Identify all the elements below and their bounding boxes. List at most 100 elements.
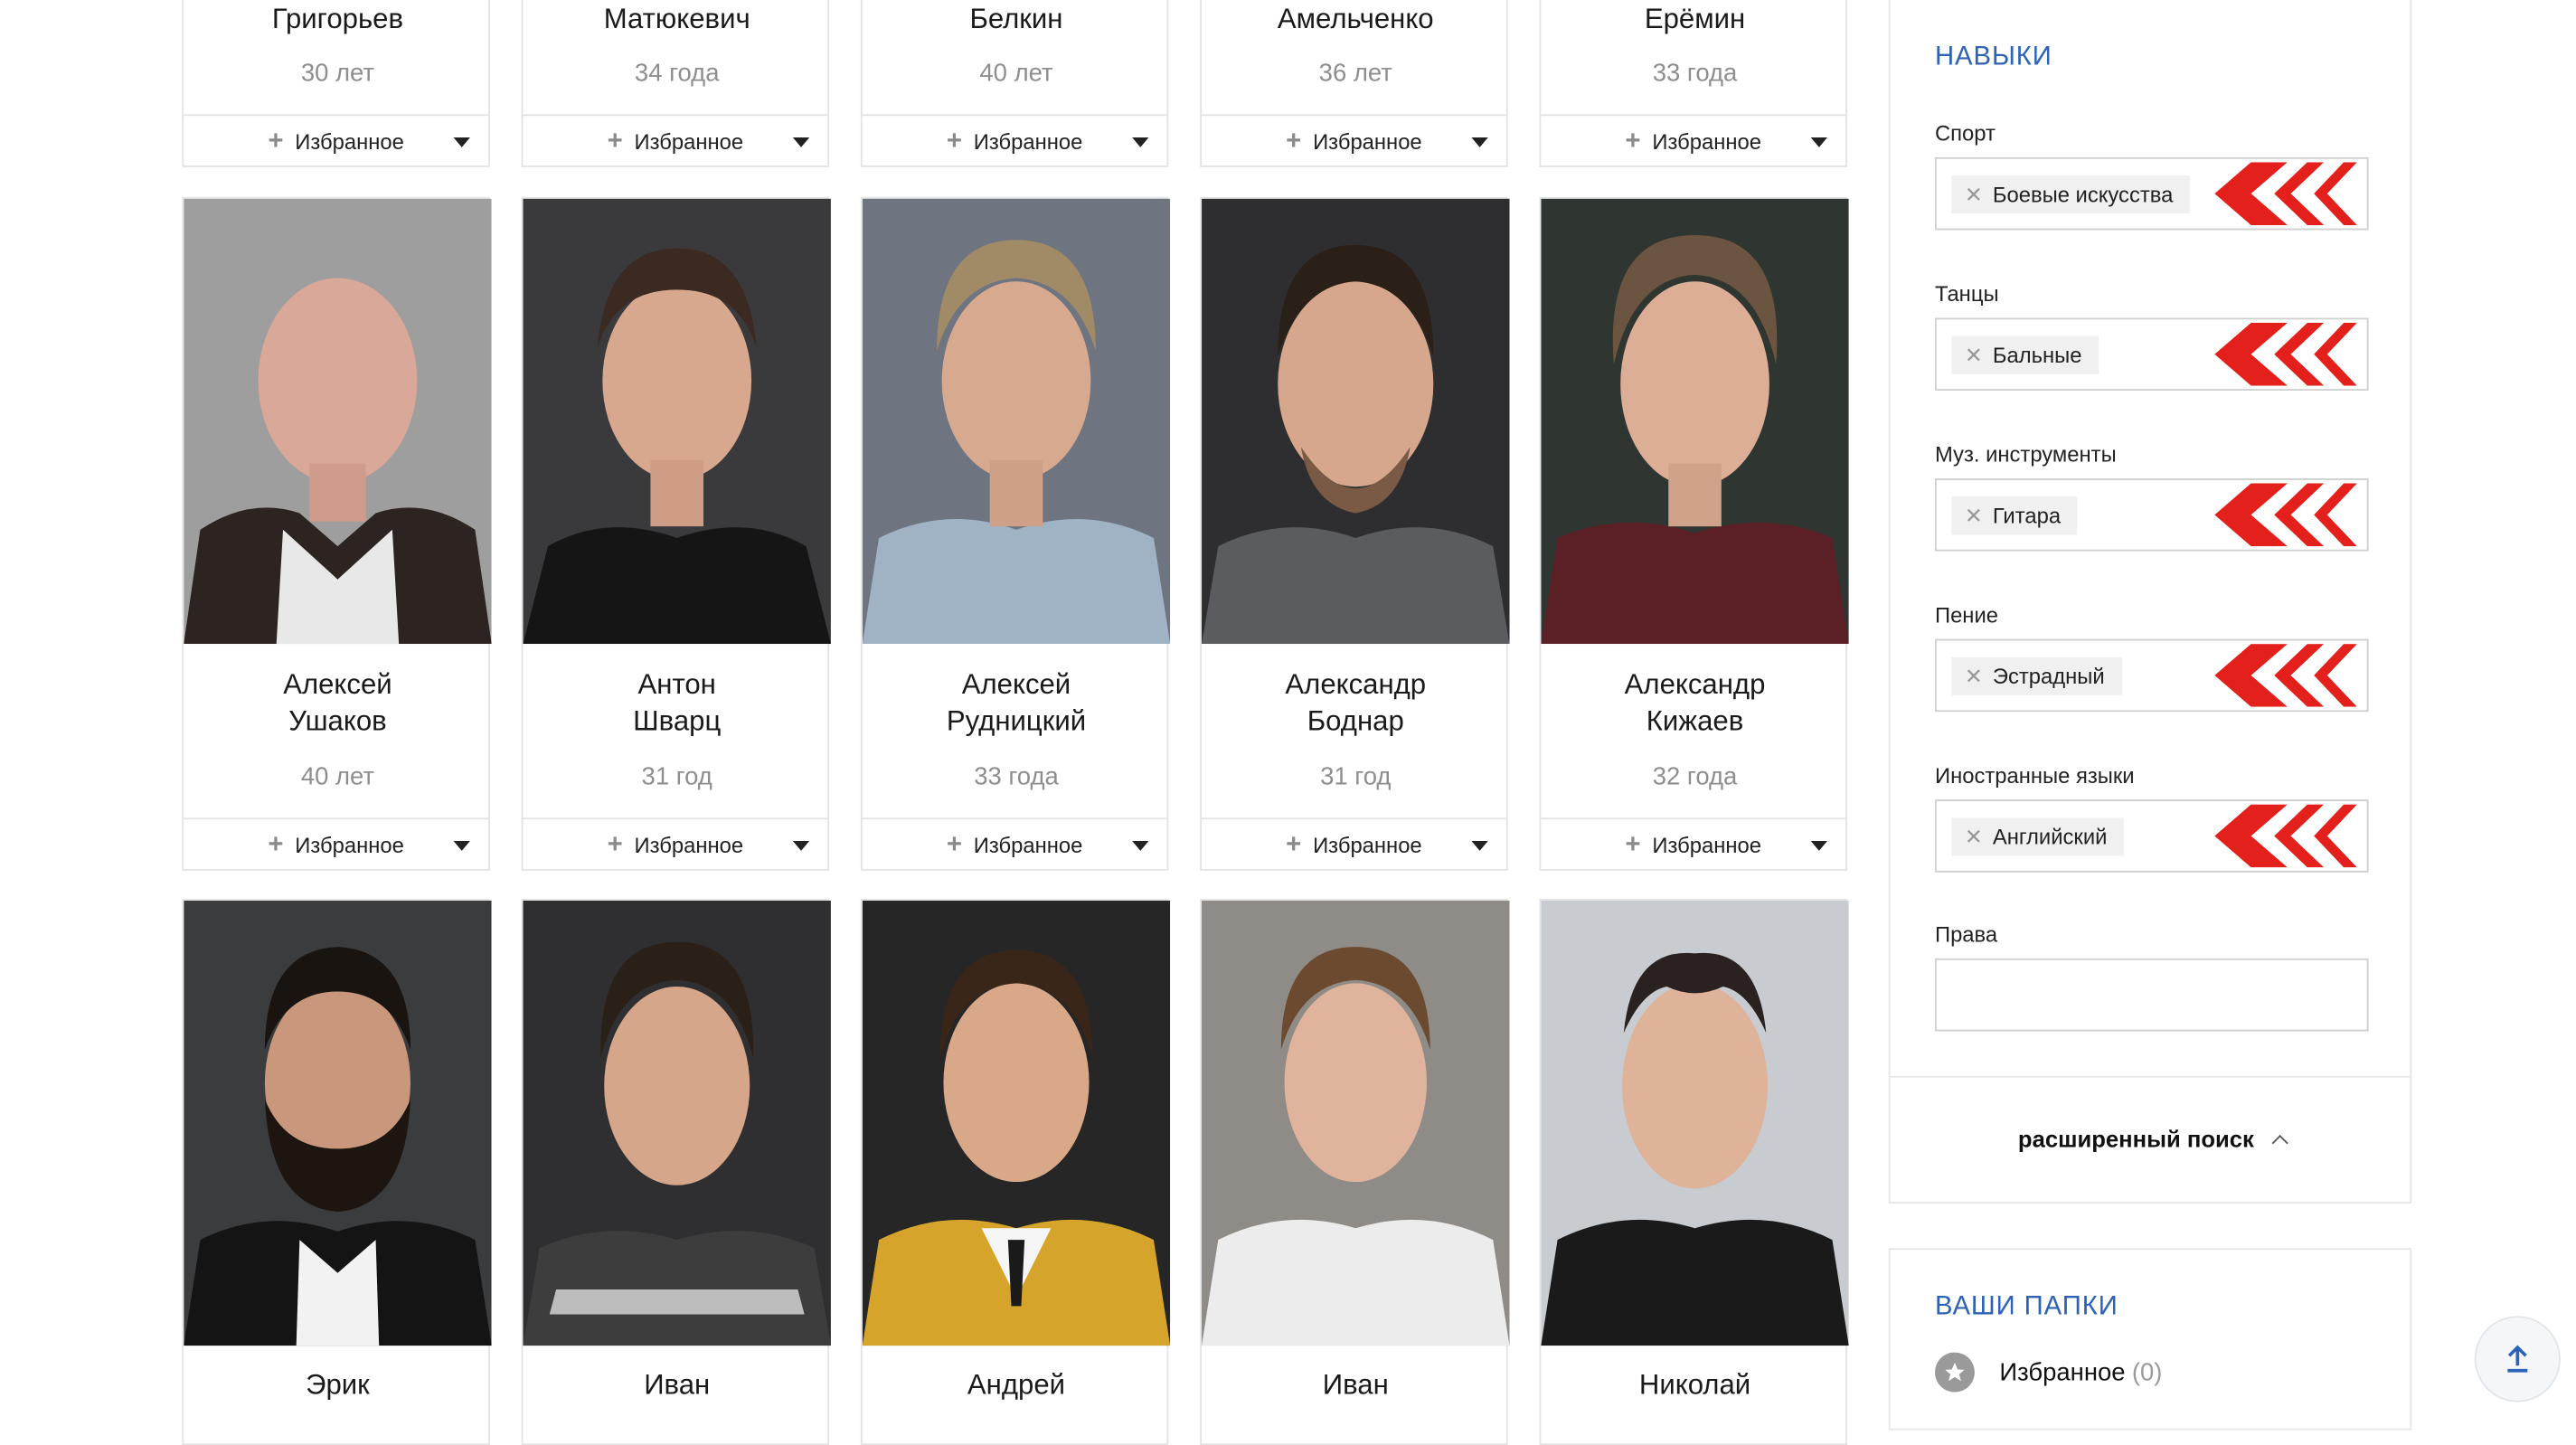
plus-icon: + bbox=[1286, 127, 1302, 156]
remove-icon[interactable]: ✕ bbox=[1965, 503, 1983, 529]
actor-first-name[interactable]: Алексей bbox=[184, 667, 491, 704]
actor-surname[interactable]: Ушаков bbox=[184, 704, 491, 740]
actor-card[interactable]: Матюкевич 34 года + Избранное bbox=[521, 0, 830, 167]
actor-photo[interactable] bbox=[1202, 198, 1510, 645]
favorite-button[interactable]: + Избранное bbox=[1541, 114, 1846, 167]
caret-down-icon[interactable] bbox=[792, 840, 810, 851]
favorite-button[interactable]: + Избранное bbox=[1202, 114, 1506, 167]
actor-first-name[interactable]: Николай bbox=[1541, 1367, 1848, 1403]
caret-down-icon[interactable] bbox=[792, 137, 810, 147]
actor-first-name[interactable]: Алексей bbox=[863, 667, 1170, 704]
sport-select[interactable]: ✕ Боевые искусства bbox=[1934, 156, 2369, 231]
actor-photo[interactable] bbox=[862, 900, 1171, 1346]
actor-card[interactable]: Николай bbox=[1539, 899, 1849, 1445]
remove-icon[interactable]: ✕ bbox=[1965, 663, 1983, 689]
selected-chip[interactable]: ✕ Бальные bbox=[1951, 335, 2099, 374]
actor-photo[interactable] bbox=[1541, 198, 1849, 645]
actor-card[interactable]: Ерёмин 33 года + Избранное bbox=[1539, 0, 1848, 167]
actor-card[interactable]: Алексей Ушаков 40 лет + Избранное bbox=[182, 196, 492, 871]
actor-card[interactable]: Эрик bbox=[182, 899, 492, 1445]
red-arrows-icon bbox=[2214, 322, 2357, 386]
favorite-button[interactable]: + Избранное bbox=[1202, 817, 1506, 871]
languages-select[interactable]: ✕ Английский bbox=[1934, 799, 2369, 873]
selected-chip[interactable]: ✕ Боевые искусства bbox=[1951, 175, 2190, 214]
caret-down-icon[interactable] bbox=[1471, 137, 1488, 147]
actor-age: 34 года bbox=[634, 59, 720, 89]
field-label: Спорт bbox=[1934, 120, 1996, 146]
favorite-button[interactable]: + Избранное bbox=[862, 114, 1167, 167]
remove-icon[interactable]: ✕ bbox=[1965, 342, 1983, 368]
selected-chip[interactable]: ✕ Эстрадный bbox=[1951, 656, 2121, 695]
actor-photo[interactable] bbox=[184, 198, 492, 645]
caret-down-icon[interactable] bbox=[453, 137, 470, 147]
actor-first-name[interactable]: Андрей bbox=[863, 1367, 1170, 1403]
chip-label: Бальные bbox=[1992, 342, 2082, 368]
actor-photo[interactable] bbox=[523, 198, 831, 645]
caret-down-icon[interactable] bbox=[1471, 840, 1488, 851]
folder-label: Избранное bbox=[1999, 1358, 2126, 1387]
actor-card[interactable]: Амельченко 36 лет + Избранное bbox=[1200, 0, 1509, 167]
actor-card[interactable]: Александр Кижаев 32 года + Избранное bbox=[1539, 196, 1849, 871]
actor-surname[interactable]: Матюкевич bbox=[523, 2, 830, 38]
actor-photo[interactable] bbox=[184, 900, 492, 1346]
plus-icon: + bbox=[268, 127, 284, 156]
caret-down-icon[interactable] bbox=[1132, 840, 1149, 851]
favorite-label: Избранное bbox=[295, 128, 404, 155]
advanced-search-label: расширенный поиск bbox=[2017, 1125, 2254, 1153]
actor-age: 30 лет bbox=[300, 59, 375, 89]
actor-first-name[interactable]: Эрик bbox=[184, 1367, 491, 1403]
caret-down-icon[interactable] bbox=[1810, 840, 1827, 851]
singing-select[interactable]: ✕ Эстрадный bbox=[1934, 638, 2369, 713]
favorite-label: Избранное bbox=[1313, 128, 1422, 155]
plus-icon: + bbox=[1286, 830, 1302, 859]
actor-card[interactable]: Иван bbox=[1200, 899, 1510, 1445]
favorite-button[interactable]: + Избранное bbox=[862, 817, 1167, 871]
plus-icon: + bbox=[1625, 127, 1641, 156]
actor-first-name[interactable]: Иван bbox=[1202, 1367, 1509, 1403]
instruments-select[interactable]: ✕ Гитара bbox=[1934, 478, 2369, 552]
favorite-button[interactable]: + Избранное bbox=[523, 817, 828, 871]
actor-card[interactable]: Иван bbox=[521, 899, 831, 1445]
folder-favorites[interactable]: Избранное (0) bbox=[1934, 1352, 2162, 1393]
actor-card[interactable]: Антон Шварц 31 год + Избранное bbox=[521, 196, 831, 871]
rights-select[interactable] bbox=[1934, 958, 2369, 1032]
actor-surname[interactable]: Кижаев bbox=[1541, 704, 1848, 740]
selected-chip[interactable]: ✕ Английский bbox=[1951, 817, 2124, 856]
actor-photo[interactable] bbox=[1202, 900, 1510, 1346]
actor-first-name[interactable]: Иван bbox=[523, 1367, 830, 1403]
actor-first-name[interactable]: Александр bbox=[1202, 667, 1509, 704]
actor-surname[interactable]: Боднар bbox=[1202, 704, 1509, 740]
actor-surname[interactable]: Шварц bbox=[523, 704, 830, 740]
actor-card[interactable]: Андрей bbox=[860, 899, 1171, 1445]
actor-photo[interactable] bbox=[523, 900, 831, 1346]
actor-first-name[interactable]: Антон bbox=[523, 667, 830, 704]
actor-card[interactable]: Алексей Рудницкий 33 года + Избранное bbox=[860, 196, 1171, 871]
dance-select[interactable]: ✕ Бальные bbox=[1934, 317, 2369, 392]
favorite-button[interactable]: + Избранное bbox=[523, 114, 828, 167]
favorite-label: Избранное bbox=[1652, 832, 1761, 858]
advanced-search-toggle[interactable]: расширенный поиск bbox=[1891, 1126, 2413, 1152]
favorite-button[interactable]: + Избранное bbox=[184, 114, 489, 167]
actor-surname[interactable]: Ерёмин bbox=[1541, 2, 1848, 38]
actor-surname[interactable]: Григорьев bbox=[184, 2, 491, 38]
selected-chip[interactable]: ✕ Гитара bbox=[1951, 496, 2078, 535]
caret-down-icon[interactable] bbox=[453, 840, 470, 851]
plus-icon: + bbox=[607, 830, 623, 859]
caret-down-icon[interactable] bbox=[1810, 137, 1827, 147]
actor-card[interactable]: Александр Боднар 31 год + Избранное bbox=[1200, 196, 1510, 871]
scroll-to-top-button[interactable] bbox=[2474, 1316, 2561, 1402]
actor-card[interactable]: Белкин 40 лет + Избранное bbox=[860, 0, 1170, 167]
favorite-button[interactable]: + Избранное bbox=[1541, 817, 1846, 871]
caret-down-icon[interactable] bbox=[1132, 137, 1149, 147]
remove-icon[interactable]: ✕ bbox=[1965, 181, 1983, 207]
actor-surname[interactable]: Рудницкий bbox=[863, 704, 1170, 740]
actor-surname[interactable]: Белкин bbox=[863, 2, 1170, 38]
remove-icon[interactable]: ✕ bbox=[1965, 824, 1983, 850]
actor-surname[interactable]: Амельченко bbox=[1202, 2, 1509, 38]
favorite-button[interactable]: + Избранное bbox=[184, 817, 489, 871]
actor-photo[interactable] bbox=[1541, 900, 1849, 1346]
actor-first-name[interactable]: Александр bbox=[1541, 667, 1848, 704]
favorite-label: Избранное bbox=[1313, 832, 1422, 858]
actor-card[interactable]: Григорьев 30 лет + Избранное bbox=[182, 0, 491, 167]
actor-photo[interactable] bbox=[862, 198, 1171, 645]
